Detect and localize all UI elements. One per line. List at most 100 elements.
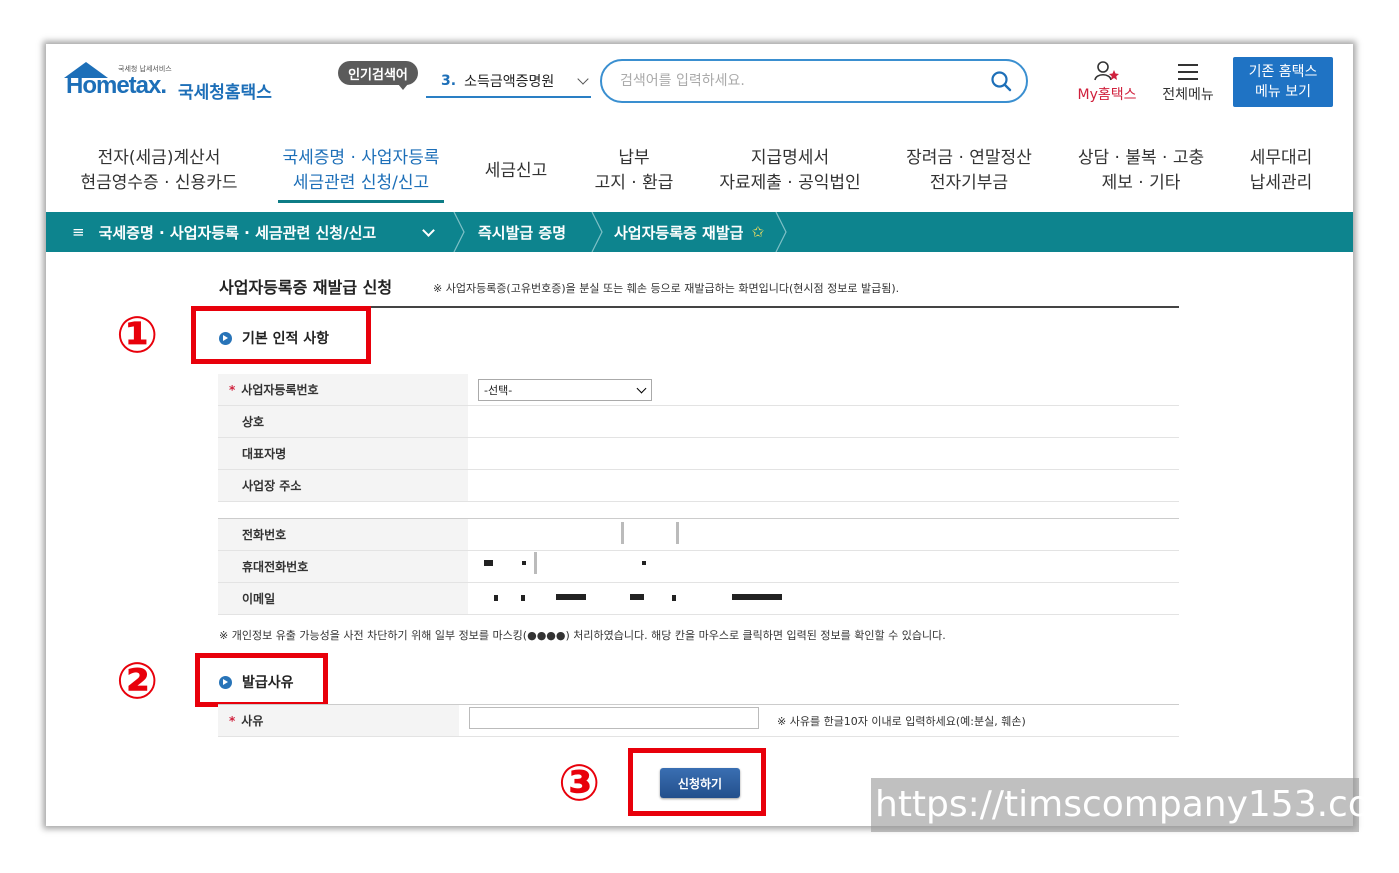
nav-payment[interactable]: 납부 고지 · 환급 — [584, 142, 684, 200]
reason-note: ※ 사유를 한글10자 이내로 입력하세요(예:분실, 훼손) — [777, 715, 1026, 728]
bullet-icon — [219, 675, 232, 689]
contact-info-table: 전화번호 휴대전화번호 이메일 — [218, 518, 1179, 615]
mobile-label: 휴대전화번호 — [218, 550, 468, 583]
hometax-logo[interactable]: 국세청 납세서비스 Hometax. 국세청홈택스 — [60, 58, 290, 106]
user-icon — [1094, 61, 1119, 81]
masked-email-segment[interactable] — [732, 594, 782, 600]
nav-tax-agent[interactable]: 세무대리 납세관리 — [1236, 142, 1326, 200]
reason-input[interactable] — [469, 707, 759, 729]
all-menu-label: 전체메뉴 — [1162, 87, 1214, 103]
address-label: 사업장 주소 — [218, 469, 468, 502]
table-row: * 사업자등록번호 — [218, 374, 1179, 406]
address-value — [468, 469, 1179, 502]
main-nav: 전자(세금)계산서 현금영수증 · 신용카드 국세증명 · 사업자등록 세금관련… — [46, 142, 1353, 208]
field-label: * 사유 — [218, 704, 459, 737]
nav-line1: 국세증명 · 사업자등록 — [282, 148, 440, 168]
nav-payment-statement[interactable]: 지급명세서 자료제출 · 공익법인 — [710, 142, 870, 200]
my-hometax-label: My홈택스 — [1077, 87, 1137, 103]
breadcrumb-level2[interactable]: 즉시발급 증명 — [478, 212, 566, 252]
chevron-down-icon — [422, 223, 436, 237]
breadcrumb-level1[interactable]: ≡ 국세증명 · 사업자등록 · 세금관련 신청/신고 — [72, 212, 436, 252]
reason-label: 사유 — [241, 714, 264, 728]
nav-line1: 세금신고 — [484, 160, 548, 181]
table-row: 휴대전화번호 — [218, 550, 1179, 583]
breadcrumb-separator-icon — [591, 212, 603, 252]
masked-email-segment[interactable] — [630, 594, 644, 600]
annotation-step3: ③ — [558, 754, 601, 812]
masked-mobile-segment[interactable] — [534, 552, 537, 574]
rep-name-value — [468, 437, 1179, 470]
masked-email-segment[interactable] — [521, 595, 525, 601]
my-hometax-button[interactable]: My홈택스 — [1072, 60, 1142, 106]
mobile-value[interactable] — [468, 550, 1179, 583]
email-label: 이메일 — [218, 582, 468, 615]
annotation-step2: ② — [116, 652, 159, 710]
field-label: * 사업자등록번호 — [218, 374, 468, 406]
biz-no-label: 사업자등록번호 — [241, 383, 319, 397]
nav-line1: 장려금 · 연말정산 — [906, 148, 1032, 168]
breadcrumb-separator-icon — [775, 212, 787, 252]
masked-phone-segment[interactable] — [676, 522, 679, 544]
nav-line1: 지급명세서 — [750, 148, 830, 168]
biz-no-select-value: -선택- — [484, 384, 513, 397]
nav-line1: 납부 — [618, 148, 650, 168]
nav-tax-report[interactable]: 세금신고 — [476, 142, 556, 200]
masked-mobile-segment[interactable] — [522, 561, 526, 565]
table-row: 사업장 주소 — [218, 469, 1179, 502]
nav-line2: 제보 · 기타 — [1101, 173, 1181, 193]
nav-e-invoice[interactable]: 전자(세금)계산서 현금영수증 · 신용카드 — [74, 142, 244, 200]
watermark: https://timscompany153.com — [871, 778, 1399, 832]
nav-line1: 상담 · 불복 · 고충 — [1077, 148, 1205, 168]
nav-consult[interactable]: 상담 · 불복 · 고충 제보 · 기타 — [1068, 142, 1214, 200]
search-icon[interactable] — [990, 70, 1012, 92]
search-bar — [600, 59, 1028, 103]
section-basic-info-label: 기본 인적 사항 — [242, 331, 330, 347]
phone-value[interactable] — [468, 518, 1179, 551]
nav-line2: 현금영수증 · 신용카드 — [80, 173, 238, 193]
breadcrumb-level1-label: 국세증명 · 사업자등록 · 세금관련 신청/신고 — [98, 223, 377, 242]
logo-brand-kr: 국세청홈택스 — [178, 83, 272, 103]
favorite-star-icon[interactable]: ✩ — [751, 223, 764, 241]
trade-name-label: 상호 — [218, 405, 468, 438]
nav-line2: 전자기부금 — [929, 173, 1009, 193]
masked-email-segment[interactable] — [556, 594, 586, 600]
table-row: 전화번호 — [218, 518, 1179, 551]
nav-line2: 세금관련 신청/신고 — [292, 173, 430, 193]
nav-line2: 납세관리 — [1249, 173, 1313, 193]
chevron-down-icon — [636, 383, 647, 394]
hometax-window: 국세청 납세서비스 Hometax. 국세청홈택스 인기검색어 3. 소득금액증… — [46, 44, 1353, 826]
old-hometax-menu-button[interactable]: 기존 홈택스 메뉴 보기 — [1233, 57, 1333, 107]
nav-tax-certificate[interactable]: 국세증명 · 사업자등록 세금관련 신청/신고 — [278, 142, 444, 203]
breadcrumb-level3-label: 사업자등록증 재발급 — [614, 223, 744, 242]
annotation-step1: ① — [116, 306, 159, 364]
all-menu-button[interactable]: 전체메뉴 — [1156, 60, 1220, 106]
masked-email-segment[interactable] — [494, 595, 498, 601]
biz-no-select[interactable]: -선택- — [478, 379, 652, 401]
table-row: 대표자명 — [218, 437, 1179, 470]
required-mark: * — [229, 383, 236, 397]
search-input[interactable] — [618, 70, 972, 92]
masked-phone-segment[interactable] — [621, 522, 624, 544]
phone-label: 전화번호 — [218, 518, 468, 551]
popular-search-dropdown[interactable]: 3. 소득금액증명원 — [426, 66, 591, 98]
popular-term: 소득금액증명원 — [464, 74, 555, 90]
breadcrumb-level3[interactable]: 사업자등록증 재발급 ✩ — [614, 212, 764, 252]
table-row: 상호 — [218, 405, 1179, 438]
breadcrumb-separator-icon — [453, 212, 465, 252]
menu-icon: ≡ — [72, 223, 85, 241]
table-row: 이메일 — [218, 582, 1179, 615]
old-menu-line2: 메뉴 보기 — [1255, 84, 1311, 100]
trade-name-value — [468, 405, 1179, 438]
breadcrumb: ≡ 국세증명 · 사업자등록 · 세금관련 신청/신고 즉시발급 증명 사업자등… — [46, 212, 1353, 252]
nav-incentive[interactable]: 장려금 · 연말정산 전자기부금 — [894, 142, 1044, 200]
masked-email-segment[interactable] — [672, 595, 676, 601]
page-description: ※ 사업자등록증(고유번호증)을 분실 또는 훼손 등으로 재발급하는 화면입니… — [433, 282, 900, 295]
nav-line1: 세무대리 — [1249, 148, 1313, 168]
popular-search-badge: 인기검색어 — [338, 61, 418, 90]
popular-rank: 3. — [441, 73, 457, 89]
privacy-note: ※ 개인정보 유출 가능성을 사전 차단하기 위해 일부 정보를 마스킹(●●●… — [219, 629, 946, 642]
required-mark: * — [229, 714, 236, 728]
masked-mobile-segment[interactable] — [484, 560, 493, 566]
masked-mobile-segment[interactable] — [642, 561, 646, 565]
apply-button[interactable]: 신청하기 — [660, 768, 740, 798]
